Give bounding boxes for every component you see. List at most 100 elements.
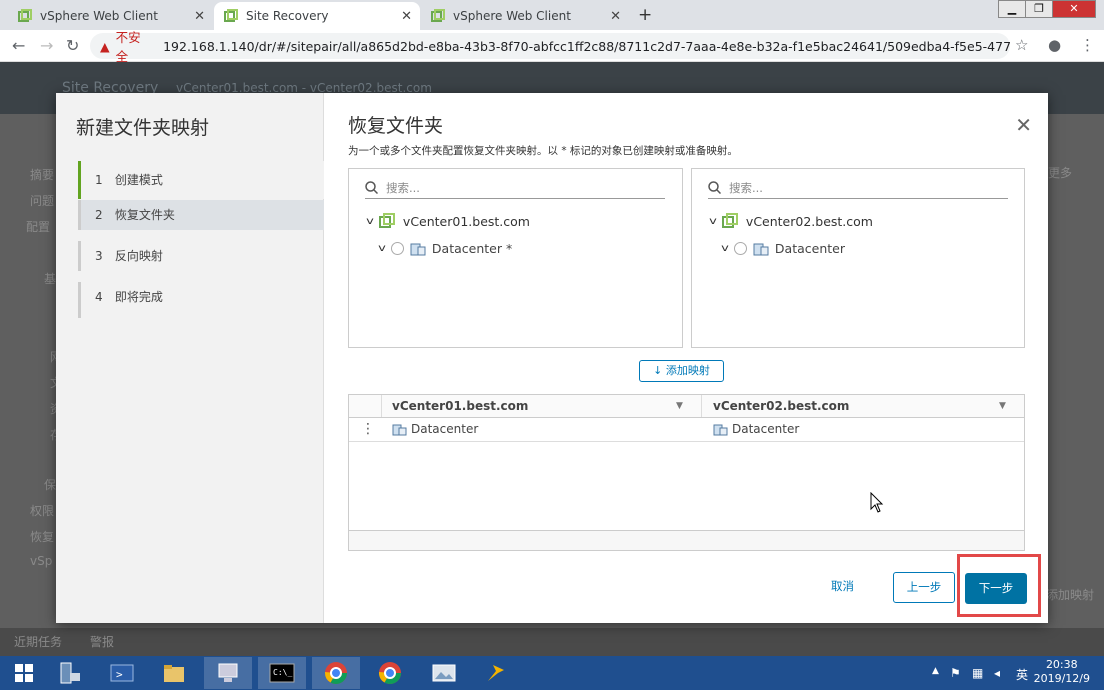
chevron-down-icon[interactable]: v: [378, 243, 386, 254]
step-recovery-folder[interactable]: 2 恢复文件夹: [78, 200, 324, 230]
bookmark-star-icon[interactable]: ☆: [1015, 36, 1028, 54]
warning-icon: ▲: [100, 38, 110, 54]
table-row[interactable]: ⋮ Datacenter Datacenter: [349, 418, 1024, 442]
taskbar-sticky[interactable]: [472, 657, 520, 689]
button-label: 添加映射: [665, 364, 710, 377]
source-datacenter-node[interactable]: v Datacenter *: [378, 241, 512, 256]
back-button[interactable]: 上一步: [893, 572, 955, 603]
datacenter-icon: [753, 243, 769, 255]
tray-volume-icon[interactable]: ◂: [994, 666, 1000, 680]
clock-date: 2019/12/9: [1033, 672, 1090, 685]
svg-text:C:\_: C:\_: [273, 668, 292, 677]
alarms-tab: 警报: [90, 635, 115, 649]
taskbar-chrome-1[interactable]: [312, 657, 360, 689]
bg-more-link: 更多: [1048, 166, 1073, 180]
taskbar-network[interactable]: [204, 657, 252, 689]
tab-title: Site Recovery: [246, 9, 329, 23]
security-label[interactable]: 不安全: [116, 27, 151, 65]
cancel-button[interactable]: 取消: [831, 578, 854, 594]
bg-nav-config: 配置: [26, 220, 51, 234]
chevron-down-icon[interactable]: v: [366, 216, 374, 227]
new-tab-button[interactable]: +: [638, 5, 652, 25]
step-label: 恢复文件夹: [114, 208, 175, 222]
source-vcenter-node[interactable]: v vCenter01.best.com: [366, 213, 530, 229]
ime-indicator[interactable]: 英: [1016, 666, 1028, 683]
add-mapping-button[interactable]: ↓ 添加映射: [639, 360, 724, 382]
step-label: 反向映射: [114, 249, 163, 263]
arrow-down-icon: ↓: [653, 364, 663, 377]
browser-tab-vsphere-1[interactable]: vSphere Web Client ✕: [8, 2, 213, 30]
filter-icon[interactable]: ▼: [676, 401, 683, 411]
reload-icon[interactable]: ↻: [66, 36, 79, 55]
forward-arrow-icon[interactable]: →: [40, 36, 53, 55]
step-reverse-mapping[interactable]: 3 反向映射: [78, 241, 324, 271]
folder-icon: [164, 665, 184, 682]
tray-network-icon[interactable]: ▦: [972, 666, 983, 680]
pin-tool-icon: [488, 665, 504, 681]
menu-kebab-icon[interactable]: ⋮: [1080, 36, 1095, 54]
source-search-input[interactable]: 搜索...: [365, 177, 665, 199]
column-header-source[interactable]: vCenter01.best.com: [392, 399, 528, 413]
start-button[interactable]: [0, 657, 48, 689]
row-actions-icon[interactable]: ⋮: [361, 421, 375, 437]
chevron-down-icon[interactable]: v: [709, 216, 717, 227]
tab-title: vSphere Web Client: [40, 9, 158, 23]
taskbar: > C:\_ ▲ ⚑ ▦ ◂ 英 20:38 2019/12/9: [0, 656, 1104, 690]
step-label: 即将完成: [114, 290, 163, 304]
bg-nav-protect: 保: [44, 478, 57, 492]
search-icon: [708, 181, 721, 194]
bg-nav-basic: 基: [44, 272, 57, 286]
taskbar-chrome-2[interactable]: [366, 657, 414, 689]
restore-button[interactable]: ❐: [1025, 0, 1053, 18]
close-icon[interactable]: ✕: [1015, 113, 1032, 137]
taskbar-server-manager[interactable]: [46, 657, 94, 689]
minimize-button[interactable]: ▁: [998, 0, 1026, 18]
column-header-target[interactable]: vCenter02.best.com: [713, 399, 849, 413]
target-vcenter-node[interactable]: v vCenter02.best.com: [709, 213, 873, 229]
tray-expand-icon[interactable]: ▲: [932, 666, 939, 676]
profile-icon[interactable]: ●: [1048, 36, 1061, 54]
datacenter-icon: [392, 424, 407, 435]
page-title: 恢复文件夹: [348, 115, 444, 137]
taskbar-image-viewer[interactable]: [420, 657, 468, 689]
network-icon: [218, 663, 238, 682]
step-ready-complete[interactable]: 4 即将完成: [78, 282, 324, 318]
browser-tab-vsphere-2[interactable]: vSphere Web Client ✕: [421, 2, 629, 30]
close-tab-icon[interactable]: ✕: [194, 9, 205, 24]
bg-nav-summary: 摘要: [30, 168, 55, 182]
bg-nav-permissions: 权限: [30, 504, 55, 518]
search-icon: [365, 181, 378, 194]
clock[interactable]: 20:38 2019/12/9: [1034, 658, 1090, 686]
select-radio[interactable]: [733, 242, 747, 255]
back-arrow-icon[interactable]: ←: [12, 36, 25, 55]
step-create-mode[interactable]: 1 创建模式: [78, 161, 324, 199]
taskbar-cmd[interactable]: C:\_: [258, 657, 306, 689]
filter-icon[interactable]: ▼: [999, 401, 1006, 411]
target-search-input[interactable]: 搜索...: [708, 177, 1008, 199]
url-field[interactable]: ▲ 不安全 192.168.1.140/dr/#/sitepair/all/a8…: [90, 30, 1010, 64]
taskbar-powershell[interactable]: >: [98, 657, 146, 689]
step-number: 3: [95, 249, 103, 263]
bottom-panel: 近期任务 警报: [0, 628, 1104, 656]
vsphere-icon: [18, 9, 32, 23]
new-folder-mapping-dialog: 新建文件夹映射 1 创建模式 2 恢复文件夹 3 反向映射 4 即将完成 恢复文…: [56, 93, 1048, 623]
grid-footer: [349, 530, 1024, 550]
close-tab-icon[interactable]: ✕: [610, 9, 621, 24]
close-window-button[interactable]: ✕: [1052, 0, 1096, 18]
target-datacenter-node[interactable]: v Datacenter: [721, 241, 845, 256]
bg-nav-recovery: 恢复: [30, 530, 55, 544]
tree-label: vCenter02.best.com: [745, 213, 873, 229]
browser-tab-site-recovery[interactable]: Site Recovery ✕: [214, 2, 420, 30]
address-bar: ← → ↻ ▲ 不安全 192.168.1.140/dr/#/sitepair/…: [0, 30, 1104, 64]
tray-flag-icon[interactable]: ⚑: [950, 666, 961, 680]
grid-header: vCenter01.best.com ▼ vCenter02.best.com …: [349, 395, 1024, 418]
bg-add-mapping: 添加映射: [1046, 588, 1095, 602]
chevron-down-icon[interactable]: v: [721, 243, 729, 254]
powershell-icon: >: [110, 664, 134, 682]
close-tab-icon[interactable]: ✕: [401, 9, 412, 24]
tree-label: Datacenter: [774, 241, 845, 256]
next-button[interactable]: 下一步: [965, 573, 1027, 604]
select-radio[interactable]: [390, 242, 404, 255]
taskbar-explorer[interactable]: [150, 657, 198, 689]
window-controls: ▁ ❐ ✕: [998, 0, 1096, 18]
